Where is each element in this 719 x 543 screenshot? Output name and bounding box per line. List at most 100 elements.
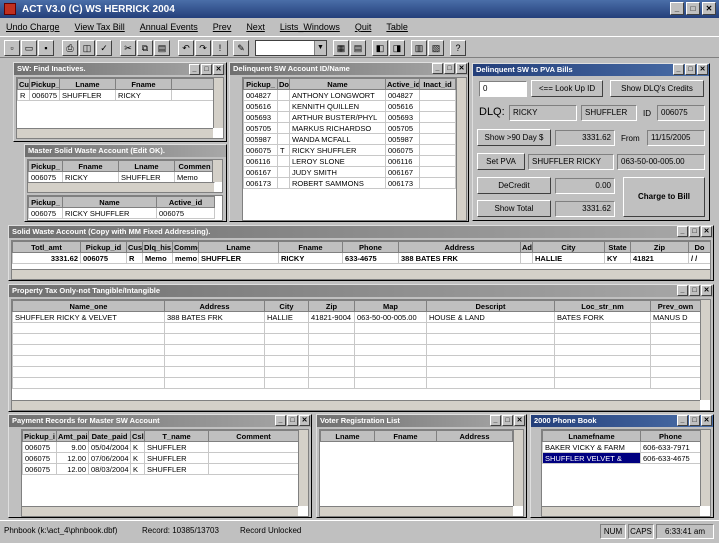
from-date-field[interactable]: 11/15/2005 [647,130,705,146]
column-header[interactable]: Phone [342,241,399,253]
column-header[interactable]: Lname [118,160,175,172]
vertical-scrollbar[interactable] [700,300,710,400]
table-row[interactable]: 006075 12.00 08/03/2004 K SHUFFLER [22,463,299,475]
column-header[interactable]: Do [277,78,290,90]
data-grid[interactable]: Pickup_ Do Name Active_id Inact_id 004827 ANT… [242,77,467,221]
table-row[interactable]: 004827 ANTHONY LONGWORT 004827 [243,89,456,101]
column-header[interactable]: Lname [59,78,116,90]
close-icon[interactable]: ✕ [514,415,525,426]
column-header[interactable]: Lname [320,430,375,442]
horizontal-scrollbar[interactable] [17,128,213,138]
vertical-scrollbar[interactable] [212,160,222,182]
run-icon[interactable]: ! [212,40,228,56]
set-pva-button[interactable]: Set PVA [477,153,525,170]
menu-table[interactable]: Table [386,22,408,32]
close-icon[interactable]: ✕ [701,415,712,426]
data-grid[interactable]: Pickup_ Name Active_id 006075 RICKY SHUFFLE… [27,195,223,221]
menu-annual-events[interactable]: Annual Events [140,22,198,32]
column-header[interactable]: Date_paid [88,430,131,442]
menu-undo-charge[interactable]: Undo Charge [6,22,60,32]
maximize-icon[interactable]: □ [689,415,700,426]
close-icon[interactable]: ✕ [701,285,712,296]
column-header[interactable]: City [532,241,605,253]
table-row[interactable]: R 006075 SHUFFLER RICKY [17,89,214,101]
show-total-button[interactable]: Show Total [477,200,551,217]
data-grid[interactable]: Pickup_iAmt_paidDate_paidCslT_nameCommen… [21,429,309,517]
close-icon[interactable]: ✕ [701,226,712,237]
table-icon[interactable]: ▥ [411,40,427,56]
horizontal-scrollbar[interactable] [320,506,513,516]
data-grid[interactable]: Lname Fname Address [319,429,524,517]
print-preview-icon[interactable]: ◫ [79,40,95,56]
data-grid[interactable]: Cu Pickup_ Lname Fname R 006075 SHUFFLER RICKY [16,77,224,139]
maximize-icon[interactable]: □ [444,63,455,74]
maximize-icon[interactable]: □ [689,226,700,237]
column-header[interactable]: Active_id [385,78,420,90]
save-icon[interactable]: ▪ [38,40,54,56]
database-icon[interactable]: ◨ [389,40,405,56]
help-icon[interactable]: ? [450,40,466,56]
table-row[interactable]: 005616 KENNITH QUILLEN 005616 [243,100,456,112]
data-grid[interactable]: Totl_amtPickup_idCusDlq_hisCommeLnameFna… [11,240,711,280]
vertical-scrollbar[interactable] [213,78,223,128]
column-header[interactable]: Descript [426,300,555,312]
column-header[interactable]: Pickup_i [22,430,57,442]
minimize-icon[interactable]: _ [677,415,688,426]
minimize-icon[interactable]: _ [490,415,501,426]
close-icon[interactable]: ✕ [213,64,224,75]
new-file-icon[interactable]: ▫ [4,40,20,56]
show-dlq-credits-button[interactable]: Show DLQ's Credits [610,80,704,97]
redo-icon[interactable]: ↷ [195,40,211,56]
maximize-icon[interactable]: □ [689,285,700,296]
column-header[interactable]: Address [436,430,513,442]
table-row[interactable]: BAKER VICKY & FARM 606-633-7971 [542,441,701,453]
vertical-scrollbar[interactable] [298,430,308,506]
close-icon[interactable]: ✕ [456,63,467,74]
menu-view-tax-bill[interactable]: View Tax Bill [75,22,125,32]
table-row[interactable]: 006116 LEROY SLONE 006116 [243,155,456,167]
cut-icon[interactable]: ✂ [120,40,136,56]
table-row[interactable]: 005705 MARKUS RICHARDSO 005705 [243,122,456,134]
column-header[interactable]: T_name [144,430,209,442]
minimize-icon[interactable]: _ [275,415,286,426]
horizontal-scrollbar[interactable] [542,506,700,516]
column-header[interactable]: Name_one [12,300,165,312]
column-header[interactable]: Pickup_ [28,160,63,172]
column-header[interactable]: Comme [172,241,199,253]
menu-prev[interactable]: Prev [213,22,232,32]
minimize-icon[interactable]: _ [673,64,684,75]
view-icon[interactable]: ▧ [428,40,444,56]
column-header[interactable]: Zip [630,241,689,253]
table-row[interactable]: 006075 RICKY SHUFFLER 006075 [28,207,215,219]
column-header[interactable]: Fname [62,160,119,172]
column-header[interactable]: Map [354,300,427,312]
column-header[interactable]: Pickup_ [29,78,60,90]
menu-quit[interactable]: Quit [355,22,372,32]
column-header[interactable]: Commen [174,160,215,172]
close-icon[interactable]: ✕ [697,64,708,75]
form-icon[interactable]: ▦ [333,40,349,56]
spell-check-icon[interactable]: ✓ [96,40,112,56]
copy-icon[interactable]: ⧉ [137,40,153,56]
lookup-id-button[interactable]: <== Look Up ID [531,80,603,97]
horizontal-scrollbar[interactable] [12,400,700,410]
paste-icon[interactable]: ▤ [154,40,170,56]
menu-next[interactable]: Next [246,22,265,32]
minimize-icon[interactable]: _ [670,2,684,15]
data-grid[interactable]: Pickup_ Fname Lname Commen 006075 RICKY SHUFF… [27,159,223,193]
lookup-id-input[interactable]: 0 [479,81,527,97]
data-grid[interactable]: Lnamefname Phone BAKER VICKY & FARM 606-63… [541,429,711,517]
minimize-icon[interactable]: _ [677,285,688,296]
table-row[interactable]: 006075 12.00 07/06/2004 K SHUFFLER [22,452,299,464]
column-header[interactable]: Name [289,78,386,90]
column-header[interactable]: Dlq_his [142,241,173,253]
column-header[interactable]: Pickup_id [80,241,127,253]
horizontal-scrollbar[interactable] [22,506,298,516]
column-header[interactable]: City [264,300,309,312]
maximize-icon[interactable]: □ [287,415,298,426]
print-icon[interactable]: ⎙ [62,40,78,56]
table-row[interactable]: 006167 JUDY SMITH 006167 [243,166,456,178]
decredit-button[interactable]: DeCredit [477,177,551,194]
maximize-icon[interactable]: □ [685,64,696,75]
column-header[interactable]: Amt_paid [56,430,89,442]
